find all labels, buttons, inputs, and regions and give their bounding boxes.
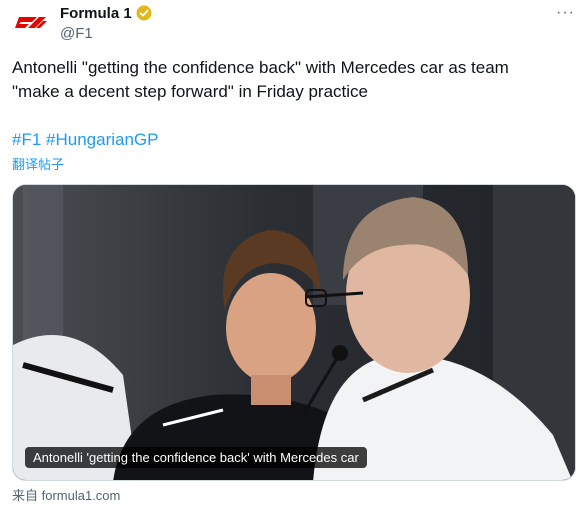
source-label[interactable]: 来自 formula1.com bbox=[12, 485, 120, 504]
tweet-header: Formula 1 @F1 ··· bbox=[12, 4, 575, 44]
media-photo bbox=[13, 185, 575, 480]
media-caption: Antonelli 'getting the confidence back' … bbox=[25, 447, 367, 468]
account-name[interactable]: Formula 1 bbox=[60, 5, 132, 22]
hashtag-f1[interactable]: #F1 bbox=[12, 130, 41, 149]
account-handle[interactable]: @F1 bbox=[60, 25, 152, 42]
f1-logo-icon[interactable] bbox=[12, 10, 48, 38]
hashtags: #F1 #HungarianGP bbox=[12, 128, 159, 152]
link-card-image[interactable]: Antonelli 'getting the confidence back' … bbox=[12, 184, 576, 481]
hashtag-hungariangp[interactable]: #HungarianGP bbox=[46, 130, 158, 149]
author-block: Formula 1 @F1 bbox=[60, 4, 152, 42]
translate-post-link[interactable]: 翻译帖子 bbox=[12, 154, 64, 173]
more-options-icon[interactable]: ··· bbox=[556, 4, 575, 22]
gold-verified-badge-icon bbox=[136, 5, 152, 21]
tweet-text: Antonelli "getting the confidence back" … bbox=[12, 58, 509, 101]
